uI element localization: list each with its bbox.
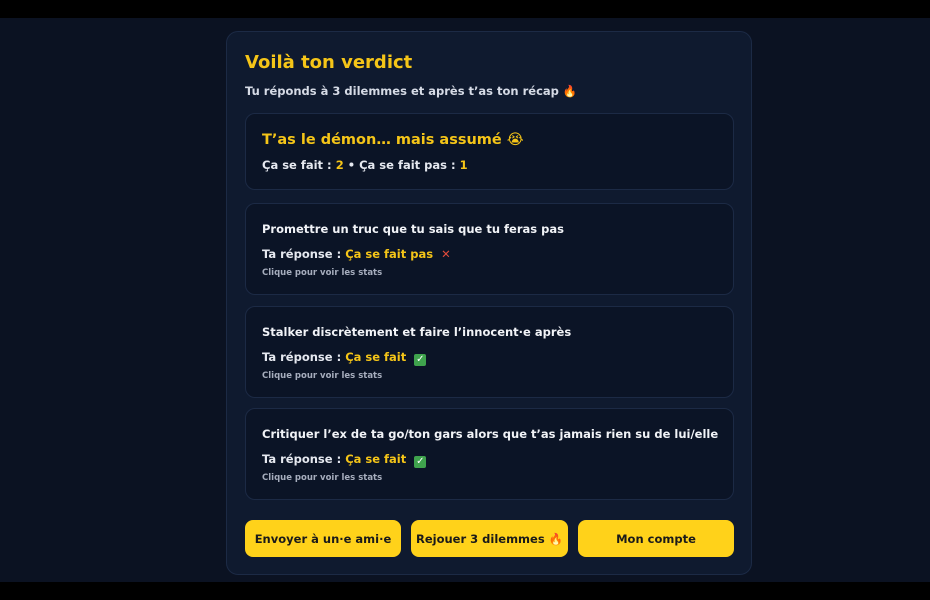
answer-line: Ta réponse : Ça se fait ✓ <box>262 452 427 468</box>
answer-value: Ça se fait <box>345 452 407 466</box>
stats-hint: Clique pour voir les stats <box>262 371 383 381</box>
answer-prefix: Ta réponse : <box>262 452 342 466</box>
stats-hint: Clique pour voir les stats <box>262 268 383 278</box>
page-subtitle: Tu réponds à 3 dilemmes et après t’as to… <box>245 84 578 98</box>
page-title: Voilà ton verdict <box>245 52 413 73</box>
answer-value: Ça se fait <box>345 350 407 364</box>
my-account-button[interactable]: Mon compte <box>578 520 734 557</box>
no-count-value: 1 <box>459 158 468 172</box>
answer-value: Ça se fait pas <box>345 247 434 261</box>
question-card-2[interactable]: Stalker discrètement et faire l’innocent… <box>245 306 734 398</box>
question-text: Promettre un truc que tu sais que tu fer… <box>262 222 564 236</box>
replay-dilemmas-button[interactable]: Rejouer 3 dilemmes 🔥 <box>411 520 568 557</box>
answer-counts: Ça se fait : 2 • Ça se fait pas : 1 <box>262 158 468 172</box>
question-card-1[interactable]: Promettre un truc que tu sais que tu fer… <box>245 203 734 295</box>
answer-line: Ta réponse : Ça se fait ✓ <box>262 350 427 366</box>
answer-prefix: Ta réponse : <box>262 350 342 364</box>
stats-hint: Clique pour voir les stats <box>262 473 383 483</box>
page-background: Voilà ton verdict Tu réponds à 3 dilemme… <box>0 18 930 582</box>
answer-prefix: Ta réponse : <box>262 247 342 261</box>
yes-count-label: Ça se fait : <box>262 158 332 172</box>
verdict-summary: T’as le démon… mais assumé 😭 Ça se fait … <box>245 113 734 190</box>
cross-icon: ✕ <box>441 247 451 261</box>
send-to-friend-button[interactable]: Envoyer à un·e ami·e <box>245 520 401 557</box>
question-text: Stalker discrètement et faire l’innocent… <box>262 325 572 339</box>
count-separator: • <box>347 158 356 172</box>
question-card-3[interactable]: Critiquer l’ex de ta go/ton gars alors q… <box>245 408 734 500</box>
check-icon: ✓ <box>414 354 427 366</box>
check-icon: ✓ <box>414 456 427 468</box>
yes-count-value: 2 <box>335 158 344 172</box>
question-text: Critiquer l’ex de ta go/ton gars alors q… <box>262 427 719 441</box>
answer-line: Ta réponse : Ça se fait pas ✕ <box>262 247 451 261</box>
no-count-label: Ça se fait pas : <box>359 158 456 172</box>
verdict-text: T’as le démon… mais assumé 😭 <box>262 132 524 148</box>
verdict-card: Voilà ton verdict Tu réponds à 3 dilemme… <box>226 31 752 575</box>
